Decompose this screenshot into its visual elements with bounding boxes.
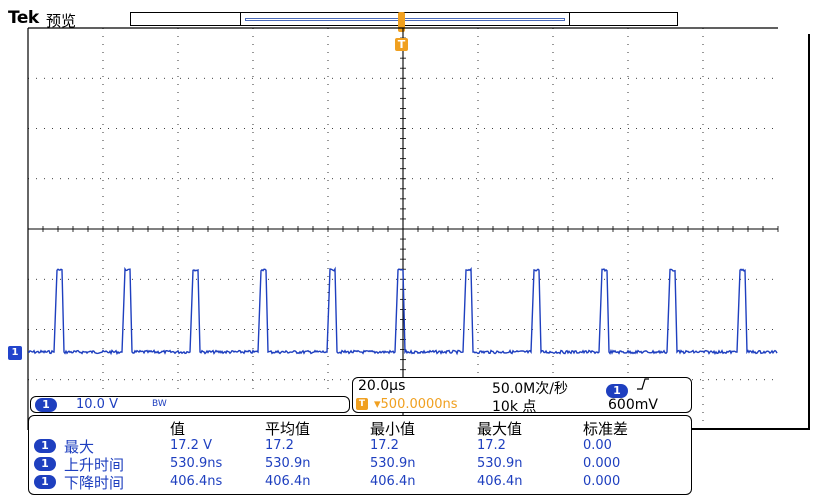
- meas-min: 406.4n: [370, 474, 416, 489]
- col-header-max: 最大值: [477, 420, 523, 438]
- meas-max: 530.9n: [477, 456, 523, 471]
- meas-mean: 530.9n: [265, 456, 311, 471]
- meas-min: 530.9n: [370, 456, 416, 471]
- meas-std: 0.000: [583, 456, 621, 471]
- horizontal-scale: 20.0μs: [358, 378, 406, 394]
- meas-max: 406.4n: [477, 474, 523, 489]
- meas-row-name: 下降时间: [64, 474, 125, 492]
- meas-row-badge: 1: [34, 475, 56, 489]
- meas-mean: 17.2: [265, 438, 294, 453]
- meas-value: 406.4ns: [170, 474, 223, 489]
- bandwidth-limit-icon: BW: [152, 399, 167, 409]
- sample-rate: 50.0M次/秒: [492, 381, 568, 397]
- trigger-position-value: ▾500.0000ns: [374, 397, 458, 412]
- trigger-source: 1: [606, 379, 628, 398]
- col-header-value: 值: [170, 420, 186, 438]
- meas-value: 530.9ns: [170, 456, 223, 471]
- rising-edge-icon: [636, 376, 650, 396]
- meas-std: 0.00: [583, 438, 612, 453]
- channel1-ground-marker[interactable]: 1: [8, 346, 22, 360]
- rising-edge-glyph: [637, 378, 649, 390]
- meas-mean: 406.4n: [265, 474, 311, 489]
- channel1-badge: 1: [35, 398, 57, 412]
- record-length: 10k 点: [492, 399, 537, 415]
- trigger-level: 600mV: [608, 397, 658, 413]
- meas-min: 17.2: [370, 438, 399, 453]
- meas-row-badge: 1: [34, 457, 56, 471]
- trigger-channel-badge: 1: [606, 384, 628, 398]
- trigger-position-icon: T: [356, 398, 368, 410]
- meas-max: 17.2: [477, 438, 506, 453]
- meas-std: 0.000: [583, 474, 621, 489]
- col-header-std: 标准差: [583, 420, 629, 438]
- col-header-min: 最小值: [370, 420, 416, 438]
- display-right-border: [808, 34, 810, 430]
- col-header-mean: 平均值: [265, 420, 311, 438]
- meas-value: 17.2 V: [170, 438, 212, 453]
- trigger-marker-icon[interactable]: T: [395, 38, 408, 51]
- display-bottom-border: [692, 428, 810, 430]
- graticule-grid: [27, 27, 779, 431]
- channel1-scale: 10.0 V: [76, 397, 118, 412]
- meas-row-badge: 1: [34, 439, 56, 453]
